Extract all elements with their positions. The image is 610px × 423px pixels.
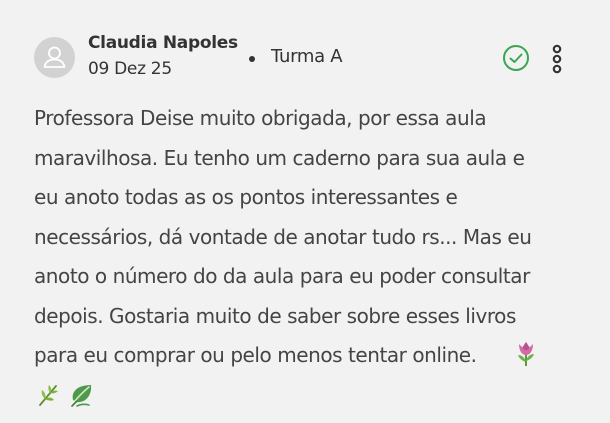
post-date: 09 Dez 25 — [88, 59, 172, 79]
more-vertical-icon — [552, 44, 562, 74]
author-name[interactable]: Claudia Napoles — [88, 33, 238, 53]
class-name: Turma A — [271, 46, 343, 67]
separator-dot — [249, 56, 255, 62]
user-icon — [43, 46, 66, 68]
avatar[interactable] — [34, 37, 75, 78]
herb-emoji — [39, 385, 58, 406]
leaf-emoji — [71, 385, 92, 407]
approve-button[interactable] — [502, 44, 530, 72]
more-options-button[interactable] — [546, 43, 568, 75]
tulip-emoji — [518, 342, 534, 366]
check-circle-icon — [503, 45, 529, 71]
comment-text: Professora Deise muito obrigada, por ess… — [34, 106, 532, 367]
comment-card: Claudia Napoles 09 Dez 25 Turma A Profes… — [0, 0, 610, 423]
